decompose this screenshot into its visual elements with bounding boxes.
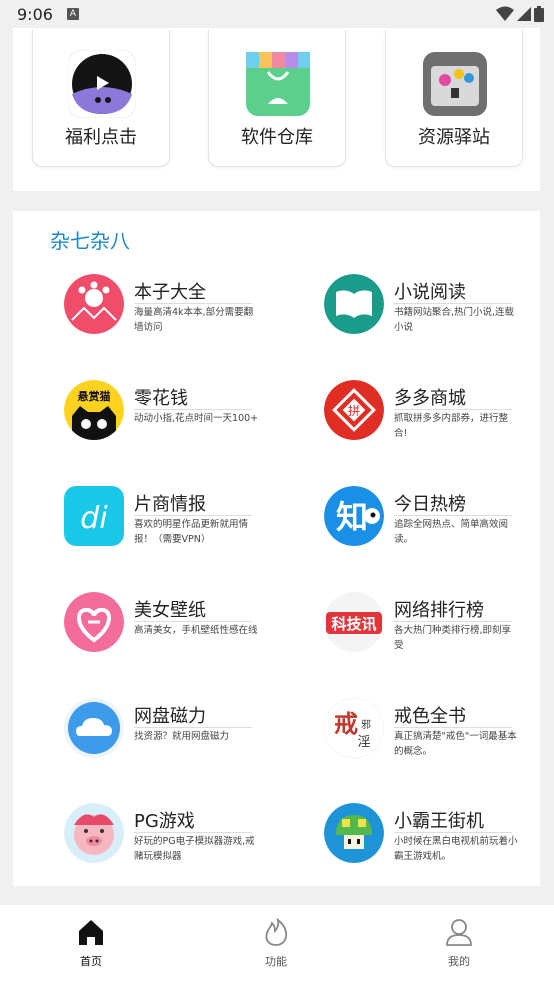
app-name: 零花钱: [134, 388, 188, 409]
kejixun-icon: 科技讯: [324, 592, 384, 652]
featured-card: 福利点击 软件仓库 资源驿站: [13, 28, 540, 191]
app-desc: 好玩的PG电子模拟器游戏,戒赌玩模拟器: [134, 836, 255, 862]
app-name: 多多商城: [394, 388, 466, 409]
pinduoduo-icon: 拼: [324, 380, 384, 440]
status-time: 9:06: [17, 5, 53, 24]
app-item-hotlist[interactable]: 知 今日热榜 追踪全网热点、简单高效阅读。: [324, 486, 544, 566]
app-item-benzi[interactable]: 本子大全 海量高清4k本本,部分需要翻墙访问: [64, 274, 284, 354]
cat-icon: 悬赏猫: [64, 380, 124, 440]
app-desc: 追踪全网热点、简单高效阅读。: [394, 519, 509, 545]
app-name: 本子大全: [134, 282, 206, 303]
paw-icon: [64, 274, 124, 334]
app-item-jiese[interactable]: 戒 邪 淫 戒色全书 真正搞清楚"戒色"一词最基本的概念。: [324, 698, 544, 778]
tile-label: 资源驿站: [418, 127, 490, 148]
section-title: 杂七杂八: [50, 229, 130, 253]
app-name: PG游戏: [134, 811, 195, 832]
tile-software[interactable]: 软件仓库: [208, 30, 346, 167]
app-desc: 喜欢的明星作品更新就用情报！（需要VPN）: [134, 519, 249, 545]
home-icon: [79, 920, 103, 945]
tile-label: 软件仓库: [241, 127, 313, 148]
divider: [134, 832, 252, 833]
user-icon: [446, 919, 472, 946]
tile-resources[interactable]: 资源驿站: [385, 30, 523, 167]
svg-text:拼: 拼: [348, 404, 360, 418]
divider: [394, 515, 512, 516]
divider: [134, 409, 252, 410]
app-name: 小霸王街机: [394, 811, 484, 832]
app-name: 网盘磁力: [134, 706, 206, 727]
svg-text:知: 知: [336, 498, 368, 536]
book-icon: [324, 274, 384, 334]
di-icon: di: [64, 486, 124, 546]
svg-text:di: di: [80, 501, 108, 536]
cloud-icon: [64, 698, 124, 758]
svg-text:科技讯: 科技讯: [331, 615, 376, 633]
app-item-bawang[interactable]: 小霸王街机 小时候在黑白电视机前玩着小霸王游戏机。: [324, 803, 544, 883]
tab-profile[interactable]: 我的: [414, 917, 504, 969]
zhi-icon: 知: [324, 486, 384, 546]
app-desc: 真正搞清楚"戒色"一词最基本的概念。: [394, 731, 517, 757]
svg-text:邪: 邪: [361, 719, 371, 731]
svg-text:淫: 淫: [357, 735, 370, 750]
app-desc: 各大热门种类排行榜,即刻享受: [394, 625, 512, 651]
heart-icon: [64, 592, 124, 652]
store-bag-icon: [246, 52, 310, 116]
app-item-novel[interactable]: 小说阅读 书籍网站聚合,热门小说,连载小说: [324, 274, 544, 354]
notification-a-icon: A: [67, 8, 79, 20]
app-desc: 小时候在黑白电视机前玩着小霸王游戏机。: [394, 836, 518, 862]
signal-icon: [517, 7, 531, 21]
play-icon: [68, 50, 136, 118]
divider: [394, 409, 512, 410]
divider: [134, 621, 252, 622]
app-desc: 动动小指,花点时间一天100+: [134, 413, 259, 424]
tab-label: 首页: [80, 955, 102, 968]
app-item-ranking[interactable]: 科技讯 网络排行榜 各大热门种类排行榜,即刻享受: [324, 592, 544, 672]
app-name: 戒色全书: [394, 706, 466, 727]
app-name: 小说阅读: [394, 282, 466, 303]
app-desc: 书籍网站聚合,热门小说,连载小说: [394, 307, 515, 333]
app-name: 今日热榜: [394, 494, 466, 515]
tab-home[interactable]: 首页: [46, 917, 136, 969]
tile-label: 福利点击: [65, 127, 137, 148]
app-item-pg[interactable]: PG游戏 好玩的PG电子模拟器游戏,戒赌玩模拟器: [64, 803, 284, 883]
divider: [394, 832, 512, 833]
divider: [134, 303, 252, 304]
tile-welfare[interactable]: 福利点击: [32, 30, 170, 167]
divider: [394, 621, 512, 622]
mushroom-icon: [324, 803, 384, 863]
app-desc: 高清美女，手机壁纸性感在线: [134, 625, 258, 636]
tab-label: 功能: [265, 955, 287, 968]
divider: [134, 515, 252, 516]
tab-features[interactable]: 功能: [231, 917, 321, 969]
app-item-pocketmoney[interactable]: 悬赏猫 零花钱 动动小指,花点时间一天100+: [64, 380, 284, 460]
status-bar: 9:06 A: [0, 0, 554, 30]
app-item-duoduo[interactable]: 拼 多多商城 抓取拼多多内部券，进行整合!: [324, 380, 544, 460]
app-name: 美女壁纸: [134, 600, 206, 621]
app-name: 片商情报: [134, 494, 206, 515]
app-item-pianshang[interactable]: di 片商情报 喜欢的明星作品更新就用情报！（需要VPN）: [64, 486, 284, 566]
app-name: 网络排行榜: [394, 600, 484, 621]
jiese-icon: 戒 邪 淫: [324, 698, 384, 758]
app-desc: 找资源？就用网盘磁力: [134, 731, 230, 742]
app-desc: 海量高清4k本本,部分需要翻墙访问: [134, 307, 254, 333]
pig-icon: [64, 803, 124, 863]
divider: [394, 727, 512, 728]
app-item-wallpaper[interactable]: 美女壁纸 高清美女，手机壁纸性感在线: [64, 592, 284, 672]
flame-icon: [265, 917, 288, 946]
svg-text:悬赏猫: 悬赏猫: [77, 389, 111, 403]
app-item-netdisk[interactable]: 网盘磁力 找资源？就用网盘磁力: [64, 698, 284, 778]
chest-icon: [423, 52, 487, 116]
tab-label: 我的: [448, 955, 470, 968]
svg-text:戒: 戒: [334, 709, 358, 738]
wifi-icon: [496, 6, 514, 21]
divider: [134, 727, 252, 728]
bottom-navigation: 首页 功能 我的: [0, 905, 554, 984]
divider: [394, 303, 512, 304]
app-desc: 抓取拼多多内部券，进行整合!: [394, 413, 509, 439]
battery-icon: [534, 6, 544, 22]
misc-section: 杂七杂八 本子大全 海量高清4k本本,部分需要翻墙访问 小说阅读 书籍网站聚合,…: [13, 211, 540, 886]
